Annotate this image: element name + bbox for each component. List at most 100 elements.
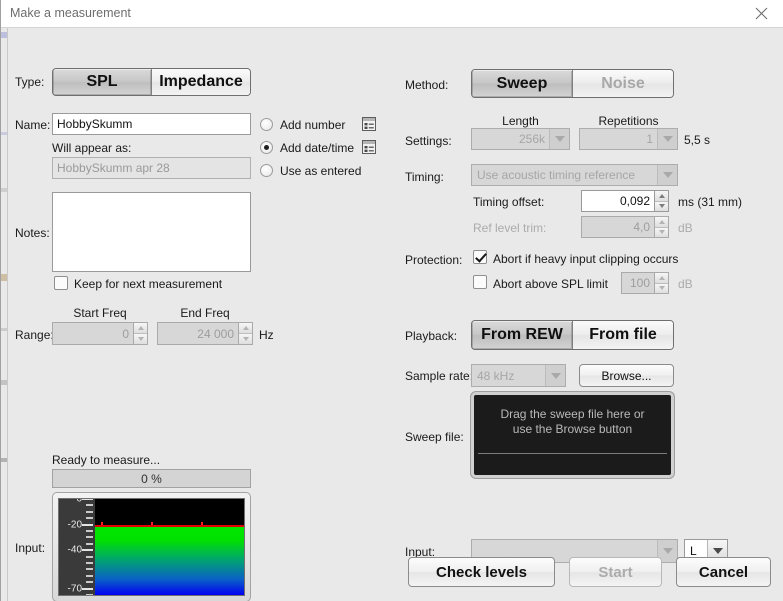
meter-peak-line: [95, 524, 244, 527]
radio-use-as-entered[interactable]: [260, 164, 273, 177]
check-levels-button[interactable]: Check levels: [408, 557, 555, 587]
radio-add-datetime-label: Add date/time: [280, 141, 355, 155]
type-option-impedance[interactable]: Impedance: [151, 69, 250, 95]
chevron-down-icon: [657, 165, 677, 185]
edge-artifact: [1, 188, 7, 192]
ref-level-trim-up-button: [655, 217, 668, 227]
type-label: Type:: [15, 75, 45, 89]
timing-offset-unit: ms (31 mm): [678, 195, 742, 209]
ref-level-trim-value: 4,0: [581, 216, 654, 238]
radio-add-number[interactable]: [260, 118, 273, 131]
meter-scale-tick-minor: [86, 517, 93, 520]
meter-scale-tick-major: [82, 523, 93, 526]
method-toggle[interactable]: Sweep Noise: [471, 69, 674, 98]
dropzone-divider: [478, 453, 667, 454]
abort-clipping-label: Abort if heavy input clipping occurs: [493, 252, 679, 266]
meter-scale-label: -70: [67, 583, 82, 595]
meter-scale-tick-minor: [86, 510, 93, 513]
timing-offset-down-button[interactable]: [655, 200, 668, 211]
spl-limit-spin-buttons: [654, 272, 669, 294]
notes-textarea[interactable]: [52, 192, 251, 272]
start-freq-spin-buttons[interactable]: [133, 322, 148, 345]
abort-spl-limit-checkbox[interactable]: [473, 275, 487, 289]
timing-offset-spin-buttons[interactable]: [654, 190, 669, 212]
type-toggle[interactable]: SPL Impedance: [52, 68, 251, 96]
repetitions-value: 1: [646, 132, 653, 146]
playback-option-from-rew[interactable]: From REW: [472, 321, 572, 349]
repetitions-combo: 1: [579, 128, 678, 150]
meter-scale: 0 -20 -40 -70: [59, 499, 95, 595]
keep-for-next-measurement-checkbox[interactable]: [54, 276, 68, 290]
abort-spl-limit-label: Abort above SPL limit: [493, 277, 608, 291]
progress-bar: 0 %: [52, 469, 251, 488]
timing-label: Timing:: [405, 170, 444, 184]
spl-limit-value: 100: [621, 272, 654, 294]
sweep-file-dropzone[interactable]: Drag the sweep file here or use the Brow…: [471, 392, 674, 478]
dialog-body: Type: SPL Impedance Name: HobbySkumm Wil…: [1, 28, 783, 601]
meter-peak-dot: [201, 521, 203, 525]
protection-label: Protection:: [405, 253, 463, 267]
sweep-file-label: Sweep file:: [405, 430, 464, 444]
title-bar: Make a measurement: [1, 0, 783, 28]
freq-unit-label: Hz: [259, 328, 274, 342]
keep-for-next-measurement-label: Keep for next measurement: [74, 277, 223, 291]
will-appear-as-label: Will appear as:: [52, 141, 132, 155]
make-a-measurement-dialog: Make a measurement Type: SPL Impedance N: [0, 0, 783, 601]
sample-rate-value: 48 kHz: [477, 368, 515, 383]
list-icon[interactable]: [362, 140, 376, 154]
settings-label: Settings:: [405, 134, 452, 148]
start-freq-value: 0: [52, 322, 133, 345]
meter-inner: 0 -20 -40 -70: [58, 498, 245, 596]
method-option-sweep[interactable]: Sweep: [472, 70, 572, 97]
edge-artifact: [1, 132, 7, 135]
end-freq-down-button[interactable]: [239, 333, 252, 344]
meter-scale-label: -40: [67, 544, 82, 556]
notes-label: Notes:: [15, 226, 50, 240]
edge-artifact: [1, 274, 7, 281]
end-freq-value: 24 000: [157, 322, 238, 345]
start-button: Start: [569, 557, 662, 587]
timing-offset-up-button[interactable]: [655, 191, 668, 201]
sample-rate-label: Sample rate:: [405, 369, 474, 383]
length-value: 256k: [518, 132, 545, 146]
meter-scale-tick-major: [82, 587, 93, 590]
dropzone-line-1: Drag the sweep file here or: [500, 407, 645, 421]
meter-scale-tick-minor: [86, 530, 93, 532]
meter-graph: [95, 499, 244, 595]
meter-scale-tick-major: [82, 549, 93, 552]
meter-scale-tick-minor: [86, 542, 93, 545]
start-freq-up-button[interactable]: [134, 323, 147, 333]
cancel-button[interactable]: Cancel: [676, 557, 771, 587]
browse-button[interactable]: Browse...: [579, 364, 674, 387]
timing-offset-spinner[interactable]: 0,092: [581, 190, 669, 212]
playback-toggle[interactable]: From REW From file: [471, 320, 674, 350]
dropzone-line-2: use the Browse button: [512, 422, 633, 436]
end-freq-spin-buttons[interactable]: [238, 322, 253, 345]
abort-clipping-checkbox[interactable]: [473, 250, 487, 264]
meter-scale-tick-minor: [86, 536, 93, 539]
input-level-meter: 0 -20 -40 -70: [52, 492, 251, 601]
length-combo: 256k: [471, 128, 570, 150]
start-freq-spinner[interactable]: 0: [52, 322, 148, 345]
name-input[interactable]: HobbySkumm: [52, 113, 251, 135]
start-freq-down-button[interactable]: [134, 333, 147, 344]
radio-add-datetime[interactable]: [260, 141, 273, 154]
chevron-down-icon: [549, 129, 569, 149]
playback-label: Playback:: [405, 329, 458, 343]
ref-level-trim-spin-buttons: [654, 216, 669, 238]
type-option-spl[interactable]: SPL: [53, 69, 151, 95]
timing-combo: Use acoustic timing reference: [471, 164, 678, 186]
list-icon[interactable]: [362, 117, 376, 131]
method-option-noise: Noise: [572, 70, 673, 97]
meter-scale-tick-minor: [86, 568, 93, 571]
end-freq-spinner[interactable]: 24 000: [157, 322, 253, 345]
status-text: Ready to measure...: [52, 453, 161, 467]
window-title: Make a measurement: [10, 6, 131, 20]
end-freq-up-button[interactable]: [239, 323, 252, 333]
playback-option-from-file[interactable]: From file: [572, 321, 673, 349]
meter-scale-tick-minor: [86, 562, 93, 564]
spl-limit-unit: dB: [678, 277, 693, 291]
meter-scale-label: -20: [67, 519, 82, 531]
timing-offset-value[interactable]: 0,092: [581, 190, 654, 212]
close-icon[interactable]: [738, 0, 783, 27]
